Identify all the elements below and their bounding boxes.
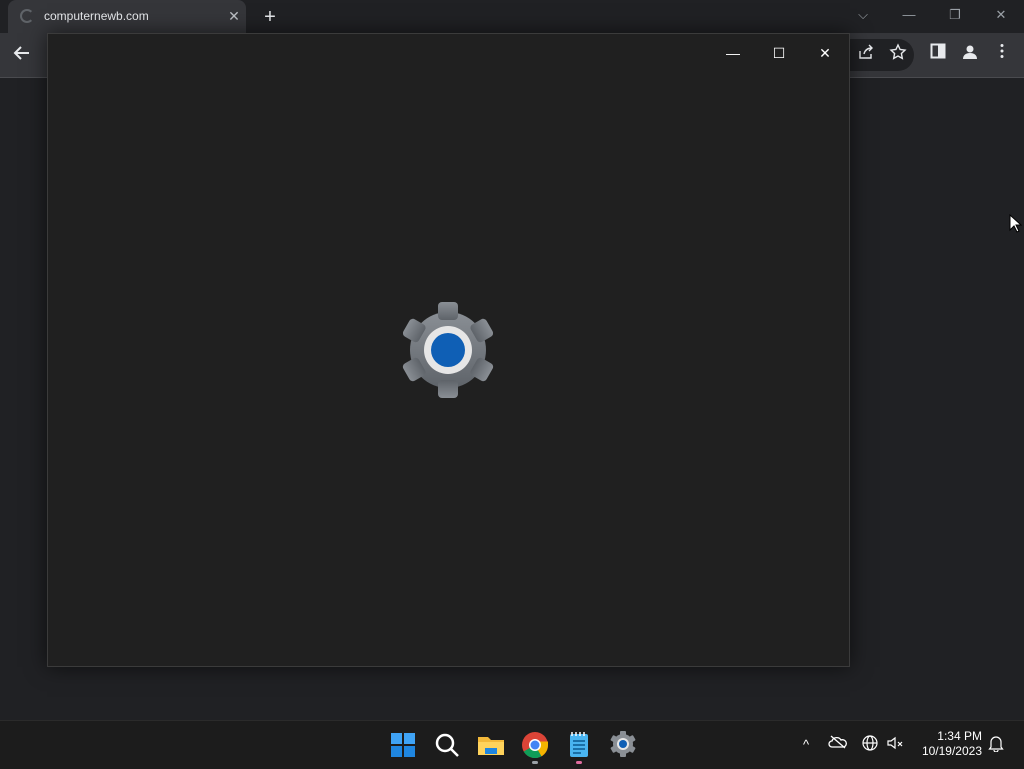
settings-close-button[interactable]: ✕ — [805, 38, 845, 68]
menu-icon[interactable] — [990, 43, 1014, 67]
loading-spinner-icon — [20, 9, 34, 23]
file-explorer-icon[interactable] — [475, 729, 507, 761]
settings-maximize-button[interactable]: ☐ — [759, 38, 799, 68]
settings-minimize-button[interactable]: — — [713, 38, 753, 68]
new-tab-button[interactable]: + — [258, 5, 282, 29]
browser-restore-button[interactable]: ❐ — [940, 4, 970, 26]
network-globe-icon[interactable] — [859, 734, 881, 756]
onedrive-icon[interactable] — [827, 734, 849, 756]
settings-window: — ☐ ✕ — [47, 33, 850, 667]
taskbar: ^ 1:34 PM 10/19/2023 — [0, 720, 1024, 769]
notification-bell-icon[interactable] — [985, 734, 1007, 756]
browser-tab[interactable]: computernewb.com ✕ — [8, 0, 246, 33]
settings-gear-icon — [402, 302, 494, 398]
profile-icon[interactable] — [958, 43, 982, 67]
clock[interactable]: 1:34 PM 10/19/2023 — [912, 729, 982, 759]
clock-date: 10/19/2023 — [921, 744, 982, 758]
clock-time: 1:34 PM — [937, 729, 982, 743]
notepad-icon[interactable] — [563, 729, 595, 764]
volume-muted-icon[interactable] — [884, 734, 906, 756]
browser-minimize-button[interactable]: — — [894, 4, 924, 26]
chrome-icon[interactable] — [519, 729, 551, 764]
start-icon[interactable] — [387, 729, 419, 761]
running-indicator — [576, 761, 582, 764]
browser-tabstrip: computernewb.com ✕ + ⌵ — ❐ ✕ — [0, 0, 1024, 33]
search-icon[interactable] — [431, 729, 463, 761]
show-hidden-icons-chevron-icon[interactable]: ^ — [795, 734, 817, 756]
running-indicator — [532, 761, 538, 764]
tab-close-icon[interactable]: ✕ — [224, 6, 244, 26]
browser-close-button[interactable]: ✕ — [986, 4, 1016, 26]
side-panel-icon[interactable] — [926, 43, 950, 67]
back-icon[interactable] — [10, 43, 34, 67]
settings-icon[interactable] — [607, 729, 639, 761]
mouse-cursor-icon — [1009, 214, 1023, 233]
star-icon[interactable] — [886, 43, 910, 67]
share-icon[interactable] — [854, 43, 878, 67]
tab-title: computernewb.com — [44, 9, 149, 23]
tab-search-dropdown-icon[interactable]: ⌵ — [848, 4, 878, 26]
